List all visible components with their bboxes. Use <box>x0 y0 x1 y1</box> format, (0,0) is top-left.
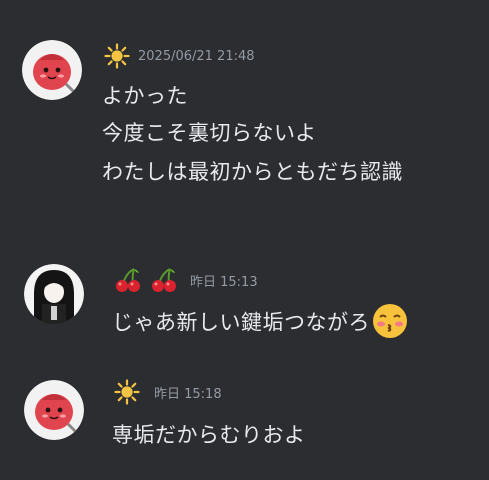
kissing-face-icon <box>372 303 408 344</box>
message-text: 今度こそ裏切らないよ <box>102 121 317 145</box>
message-text: わたしは最初からともだち認識 <box>102 160 403 184</box>
message-text: 専垢だからむりおよ <box>112 423 306 447</box>
timestamp: 昨日 15:13 <box>190 274 258 290</box>
message-text: じゃあ新しい鍵垢つながろ <box>112 303 408 344</box>
cherries-icon[interactable] <box>114 267 142 293</box>
sun-icon[interactable] <box>104 43 130 69</box>
avatar[interactable] <box>24 264 84 324</box>
message-header: 昨日 15:13 <box>114 268 258 292</box>
timestamp: 昨日 15:18 <box>154 386 222 402</box>
message-text-content: じゃあ新しい鍵垢つながろ <box>112 310 370 335</box>
avatar[interactable] <box>22 40 82 100</box>
message-header: 2025/06/21 21:48 <box>104 43 255 69</box>
message-text: よかった <box>102 84 188 108</box>
sun-icon[interactable] <box>114 379 140 405</box>
chat-window: 2025/06/21 21:48 よかった 今度こそ裏切らないよ わたしは最初か… <box>0 0 489 480</box>
cherries-icon[interactable] <box>150 267 178 293</box>
message-header: 昨日 15:18 <box>114 379 222 405</box>
timestamp: 2025/06/21 21:48 <box>138 48 255 64</box>
avatar[interactable] <box>24 380 84 440</box>
